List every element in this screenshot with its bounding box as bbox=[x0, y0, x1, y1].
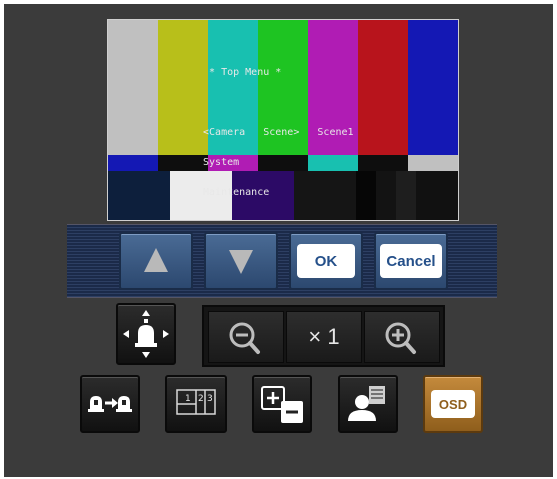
cancel-label: Cancel bbox=[380, 244, 442, 278]
osd-menu-text: * Top Menu * <Camera Scene> Scene1 Syste… bbox=[197, 48, 354, 208]
screen-digit-2: 2 bbox=[198, 394, 204, 404]
osd-label: OSD bbox=[431, 390, 475, 418]
reverse-bar-blue bbox=[108, 155, 158, 171]
zoom-in-icon bbox=[385, 322, 416, 354]
pluge-black bbox=[416, 171, 458, 220]
color-bar-gray bbox=[108, 20, 158, 155]
camera-switch-icon bbox=[88, 396, 132, 412]
plus-minus-button[interactable] bbox=[252, 375, 312, 433]
pluge-black-light bbox=[396, 171, 416, 220]
zoom-value-display: × 1 bbox=[286, 311, 362, 363]
osd-line: <Camera Scene> Scene1 bbox=[197, 127, 354, 138]
zoom-out-icon bbox=[229, 322, 260, 354]
reverse-bar-black bbox=[358, 155, 408, 171]
plus-minus-icon bbox=[261, 386, 303, 423]
cancel-button[interactable]: Cancel bbox=[374, 232, 448, 290]
zoom-control-group: × 1 bbox=[202, 305, 445, 367]
pluge-navy bbox=[108, 171, 170, 220]
color-bar-red bbox=[358, 20, 408, 155]
screen-digit-3: 3 bbox=[207, 394, 213, 404]
osd-line: System bbox=[197, 157, 240, 168]
color-bar-blue bbox=[408, 20, 458, 155]
zoom-value: × 1 bbox=[308, 324, 340, 349]
multi-screen-button[interactable]: 1 2 3 bbox=[165, 375, 227, 433]
ok-label: OK bbox=[297, 244, 355, 278]
up-arrow-icon bbox=[144, 248, 168, 272]
osd-line: Maintenance bbox=[197, 187, 270, 198]
zoom-out-button[interactable] bbox=[208, 311, 284, 363]
menu-up-button[interactable] bbox=[119, 232, 193, 290]
osd-line: * Top Menu * bbox=[197, 67, 282, 78]
pluge-black-mid bbox=[376, 171, 396, 220]
multi-screen-icon: 1 2 3 bbox=[176, 389, 216, 415]
user-profile-button[interactable] bbox=[338, 375, 398, 433]
osd-button[interactable]: OSD bbox=[423, 375, 483, 433]
camera-switch-button[interactable] bbox=[80, 375, 140, 433]
pan-tilt-button[interactable] bbox=[116, 303, 176, 365]
osd-line bbox=[197, 98, 354, 108]
user-list-icon bbox=[348, 386, 385, 421]
pluge-black-dark bbox=[356, 171, 376, 220]
zoom-in-button[interactable] bbox=[364, 311, 440, 363]
screen-digit-1: 1 bbox=[185, 394, 191, 404]
reverse-bar-gray bbox=[408, 155, 458, 171]
down-arrow-icon bbox=[229, 250, 253, 274]
menu-down-button[interactable] bbox=[204, 232, 278, 290]
ok-button[interactable]: OK bbox=[289, 232, 363, 290]
pan-tilt-icon bbox=[123, 310, 169, 358]
